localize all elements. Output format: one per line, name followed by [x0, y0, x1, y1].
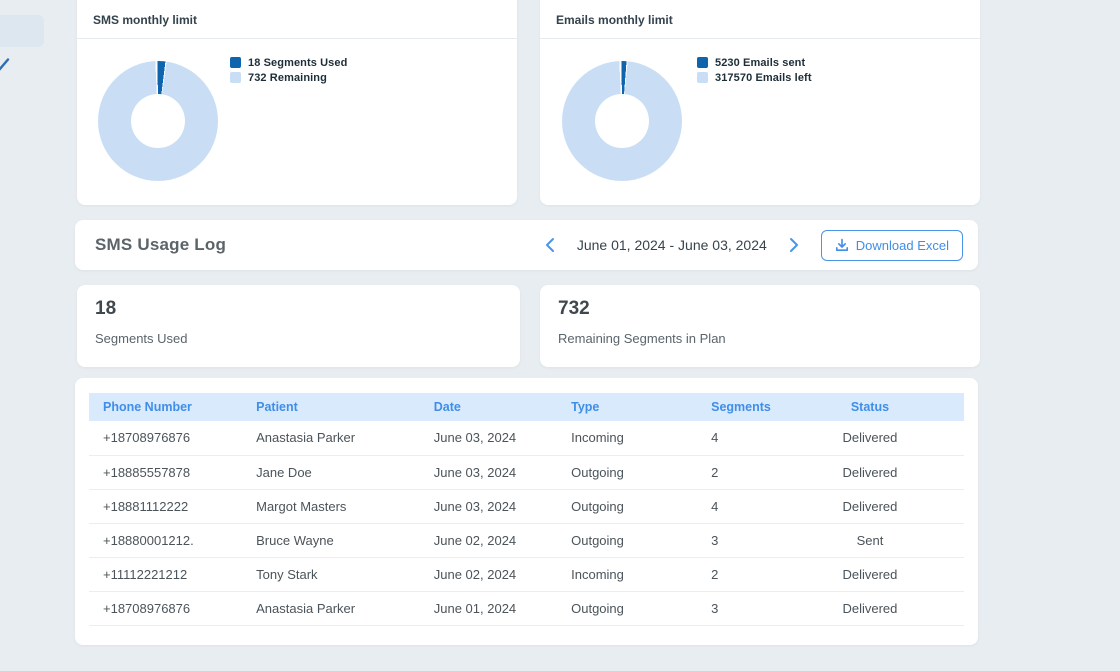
table-row: +11112221212 Tony Stark June 02, 2024 Incom… — [89, 557, 964, 592]
sms-usage-table: Phone Number Patient Date Type Segments Statu… — [89, 393, 964, 626]
table-cell: 2 — [697, 455, 776, 490]
table-cell: Outgoing — [557, 523, 698, 558]
segments-used-stat-card: 18 Segments Used — [77, 285, 520, 367]
table-cell: Jane Doe — [242, 455, 420, 490]
stat-value: 732 — [558, 298, 590, 319]
table-row: +18880001212. Bruce Wayne June 02, 2024 Out… — [89, 523, 964, 558]
table-cell: 4 — [697, 489, 776, 524]
table-cell: 2 — [697, 557, 776, 592]
table-cell: Anastasia Parker — [242, 591, 420, 626]
download-icon — [835, 238, 848, 251]
legend-swatch — [230, 72, 241, 83]
remaining-segments-stat-card: 732 Remaining Segments in Plan — [540, 285, 980, 367]
table-cell: Outgoing — [557, 489, 698, 524]
table-cell: +11112221212 — [89, 557, 243, 592]
legend-item[interactable]: 732 Remaining — [230, 70, 347, 85]
table-cell: Anastasia Parker — [242, 421, 420, 456]
table-cell: Delivered — [775, 455, 964, 490]
table-cell: 4 — [697, 421, 776, 456]
legend-swatch — [697, 57, 708, 68]
column-header: Phone Number — [89, 393, 243, 421]
legend-label: 18 Segments Used — [248, 56, 348, 69]
legend-swatch — [230, 57, 241, 68]
table-row: +18708976876 Anastasia Parker June 01, 202… — [89, 591, 964, 626]
column-header: Type — [557, 393, 698, 421]
sms-donut-chart — [98, 61, 218, 181]
table-cell: June 03, 2024 — [419, 421, 558, 456]
sidebar-item-highlight[interactable] — [0, 15, 44, 47]
download-excel-button[interactable]: Download Excel — [820, 229, 963, 261]
table-cell: +18881112222 — [89, 489, 243, 524]
card-title: Emails monthly limit — [540, 0, 980, 39]
table-cell: +18708976876 — [89, 591, 243, 626]
legend-label: 317570 Emails left — [715, 71, 812, 84]
stat-label: Segments Used — [95, 331, 188, 346]
legend-item[interactable]: 18 Segments Used — [230, 55, 347, 70]
page-title: SMS Usage Log — [95, 235, 227, 254]
emails-chart-legend: 5230 Emails sent 317570 Emails left — [697, 55, 812, 85]
sms-usage-table-card: Phone Number Patient Date Type Segments Statu… — [75, 378, 978, 645]
table-cell: June 02, 2024 — [419, 557, 558, 592]
previous-date-range-button[interactable] — [537, 232, 563, 258]
table-cell: Incoming — [557, 421, 698, 456]
table-header-row: Phone Number Patient Date Type Segments Statu… — [89, 393, 964, 421]
table-cell: Outgoing — [557, 455, 698, 490]
download-excel-label: Download Excel — [855, 237, 949, 253]
chevron-right-icon — [789, 238, 798, 252]
card-title: SMS monthly limit — [77, 0, 517, 39]
table-row: +18708976876 Anastasia Parker June 03, 202… — [89, 421, 964, 456]
table-cell: 3 — [697, 591, 776, 626]
table-cell: Outgoing — [557, 591, 698, 626]
sms-usage-log-bar: SMS Usage Log June 01, 2024 - June 03, 2… — [75, 220, 978, 270]
table-cell: Delivered — [775, 421, 964, 456]
table-cell: Delivered — [775, 591, 964, 626]
table-cell: Delivered — [775, 489, 964, 524]
column-header: Segments — [697, 393, 776, 421]
legend-label: 5230 Emails sent — [715, 56, 806, 69]
next-date-range-button[interactable] — [781, 232, 807, 258]
table-cell: +18880001212. — [89, 523, 243, 558]
table-cell: Sent — [775, 523, 964, 558]
sms-monthly-limit-card: SMS monthly limit 18 Segments Used 732 Re… — [77, 0, 517, 205]
table-cell: 3 — [697, 523, 776, 558]
chevron-left-icon — [545, 238, 554, 252]
emails-monthly-limit-card: Emails monthly limit 5230 Emails sent 317… — [540, 0, 980, 205]
date-range-controls: June 01, 2024 - June 03, 2024 Download E… — [537, 229, 963, 261]
table-cell: +18885557878 — [89, 455, 243, 490]
emails-donut-chart — [562, 61, 682, 181]
column-header: Status — [775, 393, 964, 421]
table-cell: Margot Masters — [242, 489, 420, 524]
table-cell: Incoming — [557, 557, 698, 592]
table-row: +18881112222 Margot Masters June 03, 2024 O… — [89, 489, 964, 524]
table-cell: Tony Stark — [242, 557, 420, 592]
legend-label: 732 Remaining — [248, 71, 327, 84]
legend-swatch — [697, 72, 708, 83]
legend-item[interactable]: 5230 Emails sent — [697, 55, 812, 70]
table-cell: June 03, 2024 — [419, 455, 558, 490]
table-cell: Delivered — [775, 557, 964, 592]
table-cell: June 02, 2024 — [419, 523, 558, 558]
table-cell: Bruce Wayne — [242, 523, 420, 558]
column-header: Patient — [242, 393, 420, 421]
sms-chart-legend: 18 Segments Used 732 Remaining — [230, 55, 347, 85]
stat-value: 18 — [95, 298, 117, 319]
stat-label: Remaining Segments in Plan — [558, 331, 726, 346]
column-header: Date — [419, 393, 558, 421]
date-range-label: June 01, 2024 - June 03, 2024 — [576, 237, 767, 253]
legend-item[interactable]: 317570 Emails left — [697, 70, 812, 85]
check-icon — [0, 58, 10, 71]
table-cell: +18708976876 — [89, 421, 243, 456]
table-cell: June 03, 2024 — [419, 489, 558, 524]
table-cell: June 01, 2024 — [419, 591, 558, 626]
table-row: +18885557878 Jane Doe June 03, 2024 Outgoin… — [89, 455, 964, 490]
